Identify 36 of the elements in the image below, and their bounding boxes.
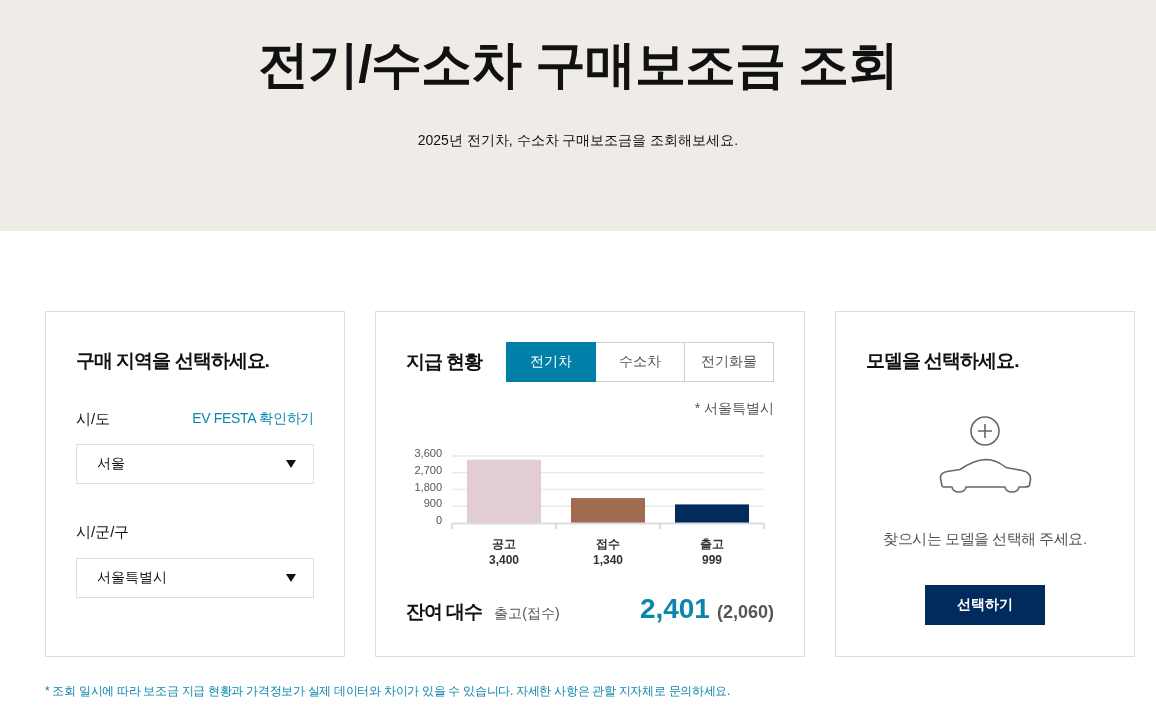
disclaimer-text: * 조회 일시에 따라 보조금 지급 현황과 가격정보가 실제 데이터와 차이가 있을 수 있습니다. 자세한 사항은 관할 지자체로 문의하세요. <box>45 683 731 699</box>
bar-value-label: 3,400 <box>489 553 519 567</box>
axis-tick-label: 2,700 <box>414 463 442 476</box>
bar-value-label: 1,340 <box>593 553 623 567</box>
category-label: 공고 <box>492 537 516 551</box>
remaining-secondary-count: (2,060) <box>716 602 774 623</box>
region-select[interactable]: 서울특별시 <box>76 558 314 598</box>
axis-tick-label: 3,600 <box>414 447 442 459</box>
page-title: 전기/수소차 구매보조금 조회 <box>258 35 898 95</box>
page-subtitle: 2025년 전기차, 수소차 구매보조금을 조회해보세요. <box>417 131 739 150</box>
region-panel-title: 구매 지역을 선택하세요. <box>76 349 269 373</box>
vehicle-type-tab[interactable]: 수소차 <box>595 342 685 382</box>
field-label: 시/군/구 <box>76 522 130 542</box>
select-model-message: 찾으시는 모델을 선택해 주세요. <box>883 529 1087 549</box>
add-circle-icon <box>970 416 1000 446</box>
status-panel-title: 지급 현황 <box>406 350 483 374</box>
bar-value-label: 999 <box>702 553 722 567</box>
select-model-button[interactable]: 선택하기 <box>925 585 1045 625</box>
car-icon <box>937 457 1033 494</box>
category-label: 출고 <box>700 537 724 551</box>
remaining-count: 2,401 <box>639 593 710 625</box>
region-note: * 서울특별시 <box>694 399 774 418</box>
axis-tick-label: 900 <box>423 497 442 510</box>
axis-tick-label: 1,800 <box>414 480 442 493</box>
remaining-label: 잔여 대수 <box>406 600 483 624</box>
vehicle-type-tab[interactable]: 전기화물 <box>684 342 774 382</box>
remaining-sublabel: 출고(접수) <box>494 605 560 623</box>
region-select[interactable]: 서울 <box>76 444 314 484</box>
model-panel-title: 모델을 선택하세요. <box>866 349 1019 373</box>
festa-link[interactable]: EV FESTA 확인하기 <box>192 410 314 428</box>
dropdown-caret-icon <box>286 574 296 582</box>
axis-tick-label: 0 <box>435 514 442 526</box>
vehicle-type-tab[interactable]: 전기차 <box>506 342 596 382</box>
dropdown-caret-icon <box>286 460 296 468</box>
category-label: 접수 <box>596 537 620 551</box>
field-label: 시/도 <box>76 409 111 429</box>
